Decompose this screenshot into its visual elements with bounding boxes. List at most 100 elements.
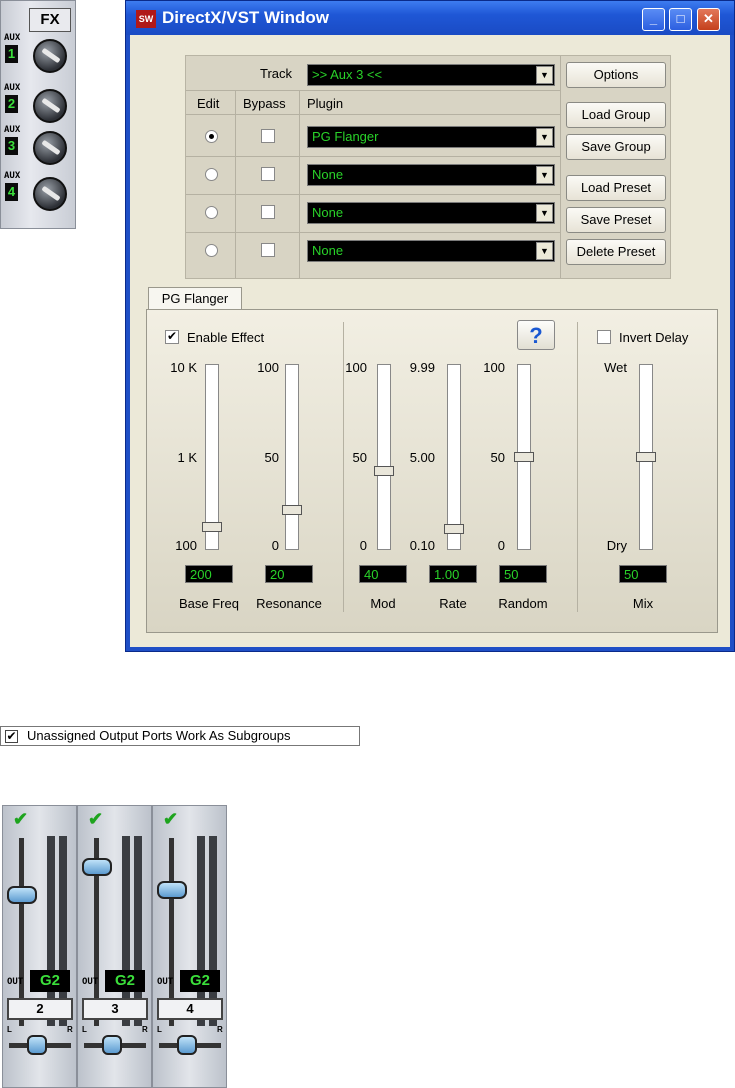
edit-radio-3[interactable] bbox=[205, 206, 218, 219]
out-label: OUT bbox=[82, 977, 99, 987]
plugin-select-value: PG Flanger bbox=[312, 129, 379, 144]
rate-max-label: 9.99 bbox=[409, 360, 435, 375]
channel-number: 3 bbox=[82, 998, 148, 1020]
aux-tag: AUX bbox=[4, 171, 21, 181]
save-group-button[interactable]: Save Group bbox=[566, 134, 666, 160]
window-title: DirectX/VST Window bbox=[162, 8, 330, 27]
resonance-slider-track[interactable] bbox=[285, 364, 299, 550]
check-icon[interactable]: ✔ bbox=[13, 809, 28, 830]
random-mid-label: 50 bbox=[490, 450, 505, 465]
random-slider-thumb[interactable] bbox=[514, 452, 534, 462]
effect-panel: ✔ Enable Effect ? Invert Delay 10 K 1 K … bbox=[146, 309, 718, 633]
plugin-select-3[interactable]: None ▼ bbox=[307, 202, 555, 224]
volume-fader[interactable] bbox=[7, 885, 37, 904]
minimize-button[interactable]: _ bbox=[642, 8, 665, 31]
aux-send-knob-3[interactable] bbox=[33, 131, 67, 165]
load-preset-button[interactable]: Load Preset bbox=[566, 175, 666, 201]
plugin-select-1[interactable]: PG Flanger ▼ bbox=[307, 126, 555, 148]
base-freq-value: 200 bbox=[185, 565, 233, 583]
save-preset-button[interactable]: Save Preset bbox=[566, 207, 666, 233]
out-label: OUT bbox=[157, 977, 174, 987]
aux-send-knob-2[interactable] bbox=[33, 89, 67, 123]
edit-radio-2[interactable] bbox=[205, 168, 218, 181]
volume-fader[interactable] bbox=[157, 880, 187, 899]
aux-number-2: 2 bbox=[5, 95, 18, 113]
base-freq-max-label: 10 K bbox=[170, 360, 197, 375]
invert-delay-checkbox[interactable] bbox=[597, 330, 611, 344]
mix-label: Mix bbox=[632, 596, 654, 611]
plugin-select-value: None bbox=[312, 167, 344, 182]
edit-column-header: Edit bbox=[197, 96, 220, 111]
plugin-column-header: Plugin bbox=[307, 96, 344, 111]
mix-dry-label: Dry bbox=[606, 538, 627, 553]
maximize-button[interactable]: □ bbox=[669, 8, 692, 31]
enable-effect-checkbox[interactable]: ✔ bbox=[165, 330, 179, 344]
rate-min-label: 0.10 bbox=[409, 538, 435, 553]
chevron-down-icon[interactable]: ▼ bbox=[536, 128, 553, 146]
output-port[interactable]: G2 bbox=[180, 970, 220, 992]
options-button[interactable]: Options bbox=[566, 62, 666, 88]
mod-slider-track[interactable] bbox=[377, 364, 391, 550]
chevron-down-icon[interactable]: ▼ bbox=[536, 66, 553, 84]
base-freq-slider-thumb[interactable] bbox=[202, 522, 222, 533]
channel-strip-4: ✔ L R OUT G2 4 bbox=[152, 805, 227, 1088]
rate-slider-track[interactable] bbox=[447, 364, 461, 550]
resonance-value: 20 bbox=[265, 565, 313, 583]
enable-effect-label: Enable Effect bbox=[187, 330, 265, 345]
edit-radio-4[interactable] bbox=[205, 244, 218, 257]
resonance-slider-thumb[interactable] bbox=[282, 504, 302, 515]
channel-strip-2: ✔ L R OUT G2 2 bbox=[2, 805, 77, 1088]
mix-slider-thumb[interactable] bbox=[636, 452, 656, 462]
bypass-checkbox-3[interactable] bbox=[261, 205, 275, 219]
output-port[interactable]: G2 bbox=[105, 970, 145, 992]
mix-wet-label: Wet bbox=[604, 360, 627, 375]
rate-value: 1.00 bbox=[429, 565, 477, 583]
output-port[interactable]: G2 bbox=[30, 970, 70, 992]
volume-fader[interactable] bbox=[82, 858, 112, 877]
mod-slider-thumb[interactable] bbox=[374, 466, 394, 477]
check-icon[interactable]: ✔ bbox=[163, 809, 178, 830]
rate-mid-label: 5.00 bbox=[409, 450, 435, 465]
plugin-select-4[interactable]: None ▼ bbox=[307, 240, 555, 262]
title-bar[interactable]: SW DirectX/VST Window _ □ ✕ bbox=[126, 1, 734, 35]
pan-knob[interactable] bbox=[102, 1035, 122, 1055]
subgroup-option[interactable]: ✔ Unassigned Output Ports Work As Subgro… bbox=[0, 726, 360, 746]
chevron-down-icon[interactable]: ▼ bbox=[536, 204, 553, 222]
bypass-checkbox-1[interactable] bbox=[261, 129, 275, 143]
channel-number: 4 bbox=[157, 998, 223, 1020]
base-freq-min-label: 100 bbox=[175, 538, 197, 553]
track-select[interactable]: >> Aux 3 << ▼ bbox=[307, 64, 555, 86]
mod-max-label: 100 bbox=[345, 360, 367, 375]
pan-knob[interactable] bbox=[177, 1035, 197, 1055]
out-label: OUT bbox=[7, 977, 24, 987]
pan-right-label: R bbox=[142, 1025, 148, 1034]
app-icon: SW bbox=[136, 10, 156, 28]
pan-knob[interactable] bbox=[27, 1035, 47, 1055]
mix-value: 50 bbox=[619, 565, 667, 583]
channel-strip-3: ✔ L R OUT G2 3 bbox=[77, 805, 152, 1088]
channel-number: 2 bbox=[7, 998, 73, 1020]
edit-radio-1[interactable] bbox=[205, 130, 218, 143]
plugin-select-value: None bbox=[312, 205, 344, 220]
plugin-select-value: None bbox=[312, 243, 344, 258]
delete-preset-button[interactable]: Delete Preset bbox=[566, 239, 666, 265]
check-icon[interactable]: ✔ bbox=[88, 809, 103, 830]
bypass-checkbox-4[interactable] bbox=[261, 243, 275, 257]
chevron-down-icon[interactable]: ▼ bbox=[536, 242, 553, 260]
mod-mid-label: 50 bbox=[352, 450, 367, 465]
subgroup-checkbox[interactable]: ✔ bbox=[5, 730, 18, 743]
bypass-checkbox-2[interactable] bbox=[261, 167, 275, 181]
aux-number-1: 1 bbox=[5, 45, 18, 63]
help-button[interactable]: ? bbox=[517, 320, 555, 350]
load-group-button[interactable]: Load Group bbox=[566, 102, 666, 128]
chevron-down-icon[interactable]: ▼ bbox=[536, 166, 553, 184]
close-button[interactable]: ✕ bbox=[697, 8, 720, 31]
directx-vst-window: SW DirectX/VST Window _ □ ✕ Track >> Aux… bbox=[125, 0, 735, 652]
plugin-select-2[interactable]: None ▼ bbox=[307, 164, 555, 186]
aux-send-knob-4[interactable] bbox=[33, 177, 67, 211]
pan-right-label: R bbox=[67, 1025, 73, 1034]
fx-button[interactable]: FX bbox=[29, 8, 71, 32]
rate-slider-thumb[interactable] bbox=[444, 524, 464, 535]
base-freq-label: Base Freq bbox=[179, 596, 239, 611]
aux-send-knob-1[interactable] bbox=[33, 39, 67, 73]
